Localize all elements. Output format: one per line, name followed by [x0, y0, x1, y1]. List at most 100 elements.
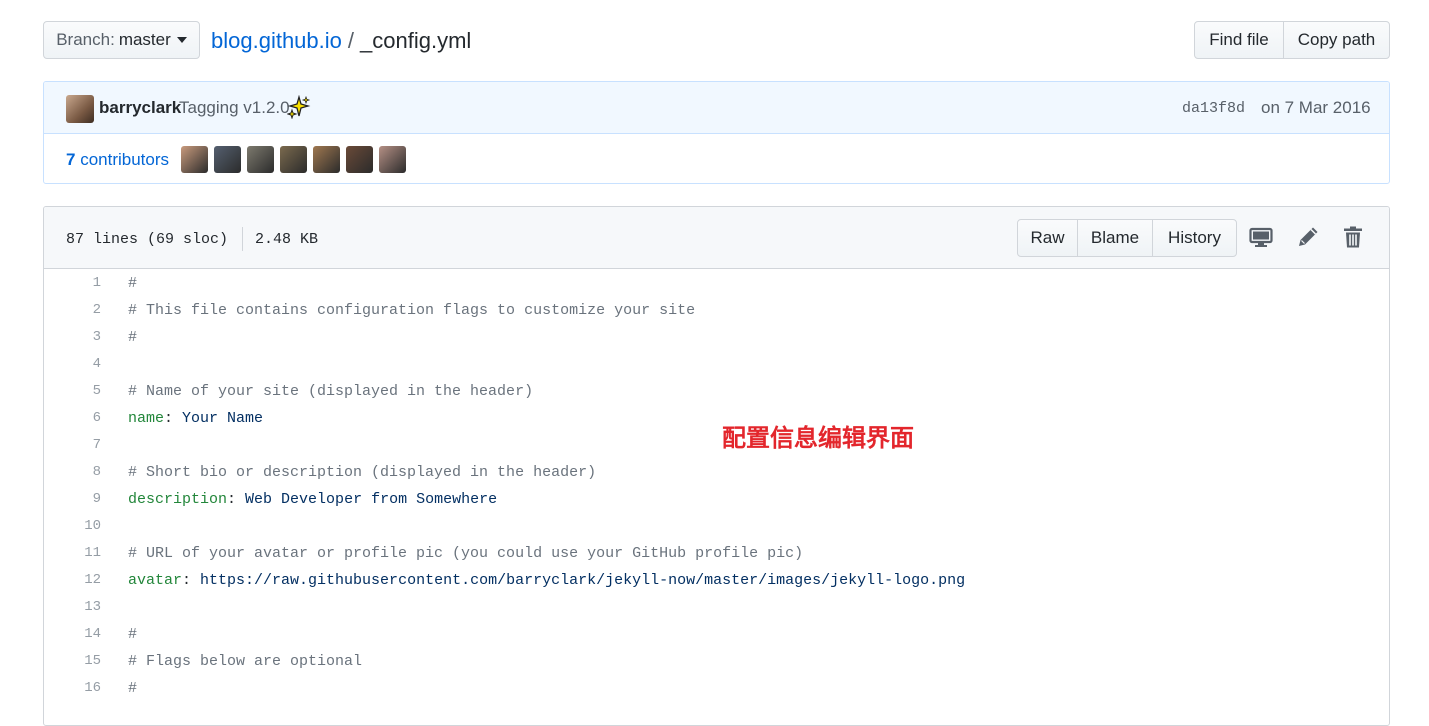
yaml-comment: # Short bio or description (displayed in…: [128, 464, 597, 481]
blame-button[interactable]: Blame: [1077, 219, 1153, 257]
line-content: # Name of your site (displayed in the he…: [128, 378, 533, 405]
yaml-key: avatar: [128, 572, 183, 589]
line-content: avatar: https://raw.githubusercontent.co…: [128, 572, 966, 589]
line-number[interactable]: 3: [44, 324, 101, 351]
line-number[interactable]: 12: [44, 567, 101, 594]
author-avatar[interactable]: [66, 95, 94, 123]
yaml-value: Web Developer from Somewhere: [245, 491, 498, 508]
line-number[interactable]: 8: [44, 459, 101, 486]
yaml-comment: # Flags below are optional: [128, 653, 363, 670]
contributors-label: contributors: [80, 150, 170, 169]
code-line: 7: [44, 432, 1389, 459]
commit-message-link[interactable]: Tagging v1.2.0: [179, 98, 290, 118]
file-header: 87 lines (69 sloc) 2.48 KB Raw Blame Hist…: [44, 207, 1389, 269]
yaml-comment: #: [128, 275, 138, 292]
contributor-avatar[interactable]: [214, 146, 241, 173]
yaml-comment: # This file contains configuration flags…: [128, 302, 696, 319]
breadcrumb-separator: /: [347, 28, 355, 53]
line-number[interactable]: 9: [44, 486, 101, 513]
yaml-comment: # Name of your site (displayed in the he…: [128, 383, 534, 400]
yaml-key: name: [128, 410, 165, 427]
file-size: 2.48 KB: [255, 230, 319, 248]
line-number[interactable]: 4: [44, 351, 101, 378]
contributor-avatar[interactable]: [379, 146, 406, 173]
line-content: # This file contains configuration flags…: [128, 297, 695, 324]
copy-path-button[interactable]: Copy path: [1283, 21, 1390, 59]
commit-tease: barryclark Tagging v1.2.0 da13f8d on 7 M…: [43, 81, 1390, 184]
line-number[interactable]: 1: [44, 270, 101, 297]
code-line: 5 # Name of your site (displayed in the h…: [44, 378, 1389, 405]
caret-down-icon: [176, 37, 187, 43]
raw-button[interactable]: Raw: [1017, 219, 1078, 257]
file-line-count: 87 lines (69 sloc): [66, 230, 229, 248]
line-number[interactable]: 16: [44, 675, 101, 702]
contributors-count: 7: [66, 150, 76, 169]
yaml-comment: #: [128, 329, 138, 346]
contributors-row: 7 contributors: [44, 134, 1389, 183]
line-content: name: Your Name: [128, 410, 264, 427]
code-line: 1 #: [44, 270, 1389, 297]
line-number[interactable]: 14: [44, 621, 101, 648]
breadcrumb-file-name: _config.yml: [360, 28, 472, 53]
desktop-icon[interactable]: [1249, 225, 1273, 249]
line-content: # URL of your avatar or profile pic (you…: [128, 540, 803, 567]
code-line: 12 avatar: https://raw.githubusercontent.…: [44, 567, 1389, 594]
yaml-comment: # URL of your avatar or profile pic (you…: [128, 545, 804, 562]
code-line: 14 #: [44, 621, 1389, 648]
line-content: # Short bio or description (displayed in…: [128, 459, 596, 486]
commit-sha-link[interactable]: da13f8d: [1182, 100, 1245, 117]
annotation-label: 配置信息编辑界面: [722, 424, 914, 452]
yaml-value: Your Name: [182, 410, 264, 427]
code-line: 2 # This file contains configuration flag…: [44, 297, 1389, 324]
line-number[interactable]: 15: [44, 648, 101, 675]
line-content: # Flags below are optional: [128, 648, 362, 675]
sparkles-icon: [287, 95, 311, 119]
line-number[interactable]: 7: [44, 432, 101, 459]
code-line: 11 # URL of your avatar or profile pic (y…: [44, 540, 1389, 567]
code-line: 16 #: [44, 675, 1389, 702]
file-info: 87 lines (69 sloc) 2.48 KB: [66, 227, 318, 251]
branch-name: master: [118, 30, 171, 49]
line-content: #: [128, 324, 137, 351]
line-content: #: [128, 270, 137, 297]
commit-date: on 7 Mar 2016: [1261, 98, 1371, 117]
file-actions-group: Find file Copy path: [1194, 21, 1390, 59]
pencil-icon[interactable]: [1296, 225, 1320, 249]
breadcrumb-repo-link[interactable]: blog.github.io: [211, 28, 342, 53]
yaml-comment: #: [128, 626, 138, 643]
code-line: 8 # Short bio or description (displayed i…: [44, 459, 1389, 486]
code-line: 15 # Flags below are optional: [44, 648, 1389, 675]
breadcrumb: blog.github.io / _config.yml: [211, 27, 471, 55]
code-line: 6 name: Your Name: [44, 405, 1389, 432]
line-content: description: Web Developer from Somewher…: [128, 491, 498, 508]
line-number[interactable]: 2: [44, 297, 101, 324]
contributors-link[interactable]: 7 contributors: [66, 150, 169, 170]
contributor-avatar[interactable]: [280, 146, 307, 173]
branch-selector-button[interactable]: Branch: master: [43, 21, 200, 59]
trash-icon[interactable]: [1341, 225, 1365, 249]
line-content: #: [128, 621, 137, 648]
latest-commit-bar: barryclark Tagging v1.2.0 da13f8d on 7 M…: [44, 82, 1389, 134]
file-info-divider: [242, 227, 244, 251]
line-content: #: [128, 675, 137, 702]
yaml-value: https://raw.githubusercontent.com/barryc…: [200, 572, 966, 589]
contributor-avatar[interactable]: [346, 146, 373, 173]
contributor-avatar[interactable]: [181, 146, 208, 173]
contributor-avatar[interactable]: [313, 146, 340, 173]
yaml-key: description: [128, 491, 228, 508]
history-button[interactable]: History: [1152, 219, 1237, 257]
code-line: 4: [44, 351, 1389, 378]
branch-label: Branch:: [56, 30, 115, 49]
line-number[interactable]: 13: [44, 594, 101, 621]
line-number[interactable]: 10: [44, 513, 101, 540]
contributor-avatar[interactable]: [247, 146, 274, 173]
yaml-comment: #: [128, 680, 138, 697]
line-number[interactable]: 6: [44, 405, 101, 432]
line-number[interactable]: 5: [44, 378, 101, 405]
line-number[interactable]: 11: [44, 540, 101, 567]
commit-author-link[interactable]: barryclark: [99, 98, 181, 118]
find-file-button[interactable]: Find file: [1194, 21, 1284, 59]
file-view-buttons: Raw Blame History: [1017, 219, 1237, 257]
code-line: 3 #: [44, 324, 1389, 351]
file-viewer: 87 lines (69 sloc) 2.48 KB Raw Blame Hist…: [43, 206, 1390, 726]
